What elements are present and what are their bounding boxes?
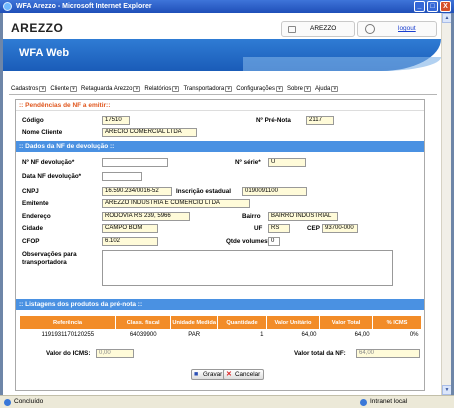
cancelar-button[interactable]: ✕ Cancelar [223,369,265,380]
browser-content: AREZZO AREZZO logout WFA Web Cadastros ▾ … [3,13,451,395]
icms-label: Valor do ICMS: [46,350,91,357]
inscricao-label: Inscrição estadual [176,188,231,195]
chevron-down-icon: ▾ [225,85,233,92]
pre-nota-label: Nº Pré-Nota [256,117,291,124]
menu-ajuda[interactable]: Ajuda ▾ [315,84,339,93]
section-title-pending: :: Pendências de NF a emitir:: [16,100,424,111]
user-icon [288,26,296,33]
menu-transportadora[interactable]: Transportadora ▾ [183,84,233,93]
logout-link[interactable]: logout [398,25,416,32]
col-valor-total: Valor Total [319,316,374,329]
observacoes-label-2: transportadora [22,259,67,266]
menu-cliente[interactable]: Cliente ▾ [50,84,78,93]
window-titlebar: WFA Arezzo - Microsoft Internet Explorer… [0,0,454,13]
inscricao-field[interactable]: 0190091100 [242,187,307,196]
qtde-volumes-input[interactable]: 0 [268,237,280,246]
close-button[interactable]: X [440,1,451,12]
chevron-down-icon: ▾ [70,85,78,92]
menu-sobre[interactable]: Sobre ▾ [287,84,311,93]
pre-nota-field[interactable]: 2117 [306,116,334,125]
chevron-down-icon: ▾ [39,85,47,92]
cfop-field[interactable]: 6.102 [102,237,158,246]
emitente-field[interactable]: AREZZO INDUSTRIA E COMÉRCIO LTDA [102,199,250,208]
chevron-down-icon: ▾ [133,85,141,92]
serie-input[interactable]: U [268,158,306,167]
endereco-field[interactable]: RODOVIA RS 239, 5966 [102,212,190,221]
cnpj-field[interactable]: 16.590.234/0016-52 [102,187,172,196]
nf-devolucao-label: Nº NF devolução* [22,159,75,166]
user-box: AREZZO [281,21,355,37]
menu-relatorios[interactable]: Relatórios ▾ [144,84,180,93]
uf-field[interactable]: RS [268,224,290,233]
menu-retaguarda[interactable]: Retaguarda Arezzo ▾ [81,84,141,93]
table-row: 1191931170120255 64039900 PAR 1 64,00 64… [41,332,419,338]
nf-devolucao-input[interactable] [102,158,168,167]
ie-icon [3,2,12,11]
codigo-label: Código [22,117,44,124]
pending-nf-form: :: Pendências de NF a emitir:: Código 17… [15,99,425,391]
user-name: AREZZO [310,25,337,32]
total-nf-label: Valor total da NF: [294,350,346,357]
codigo-field[interactable]: 17510 [102,116,130,125]
cnpj-label: CNPJ [22,188,39,195]
scroll-up-icon[interactable]: ▲ [442,13,451,23]
menu-cadastros[interactable]: Cadastros ▾ [11,84,47,93]
cep-label: CEP [307,225,320,232]
section-title-listagem: :: Listagens dos produtos da pré-nota :: [16,299,424,310]
chevron-down-icon: ▾ [303,85,311,92]
logout-box: logout [357,21,437,37]
brand-logo: AREZZO [11,21,64,35]
menu-configuracoes[interactable]: Configurações ▾ [236,84,283,93]
save-icon: ■ [194,371,199,378]
col-valor-unitario: Valor Unitário [266,316,321,329]
status-text: Concluído [14,398,44,405]
icms-value: 0,00 [96,349,134,358]
chevron-down-icon: ▾ [275,85,283,92]
main-menu: Cadastros ▾ Cliente ▾ Retaguarda Arezzo ▾ R… [11,84,339,93]
scroll-down-icon[interactable]: ▼ [442,385,451,395]
intranet-icon [360,399,367,406]
chevron-down-icon: ▾ [172,85,180,92]
gravar-button[interactable]: ■ Gravar [191,369,227,380]
cidade-field[interactable]: CAMPO BOM [102,224,158,233]
products-table: Referência Class. fiscal Unidade Medida … [20,316,422,341]
vertical-scrollbar[interactable]: ▲ ▼ [441,13,451,395]
data-nf-input[interactable] [102,172,142,181]
menu-divider [9,94,437,95]
data-nf-label: Data NF devolução* [22,173,82,180]
nome-cliente-label: Nome Cliente [22,129,63,136]
emitente-label: Emitente [22,200,49,207]
zone-text: Intranet local [370,398,408,405]
status-bar: Concluído Intranet local [0,395,454,408]
banner-decoration [243,57,441,71]
power-icon[interactable] [365,24,375,34]
bairro-label: Bairro [242,213,261,220]
uf-label: UF [254,225,263,232]
chevron-down-icon: ▾ [331,85,339,92]
col-quantidade: Quantidade [217,316,267,329]
observacoes-textarea[interactable] [102,250,393,286]
col-class-fiscal: Class. fiscal [115,316,172,329]
bairro-field[interactable]: BAIRRO INDUSTRIAL [268,212,338,221]
page-icon [4,399,11,406]
cep-field[interactable]: 93700-000 [322,224,358,233]
section-title-devolucao: :: Dados da NF de devolução :: [16,141,424,152]
endereco-label: Endereço [22,213,51,220]
app-title: WFA Web [19,47,70,59]
minimize-button[interactable]: _ [414,1,425,12]
observacoes-label: Observações para [22,251,77,258]
qtde-volumes-label: Qtde volumes* [226,238,271,245]
nome-cliente-field[interactable]: ARÉCIO COMERCIAL LTDA [102,128,197,137]
serie-label: Nº série* [235,159,261,166]
window-title: WFA Arezzo - Microsoft Internet Explorer [16,3,152,10]
cfop-label: CFOP [22,238,40,245]
col-referencia: Referência [20,316,117,329]
col-icms: % ICMS [372,316,422,329]
total-nf-value: 64,00 [356,349,420,358]
col-unidade-medida: Unidade Medida [170,316,219,329]
cidade-label: Cidade [22,225,43,232]
maximize-button[interactable]: □ [427,1,438,12]
cancel-icon: ✕ [226,371,232,378]
